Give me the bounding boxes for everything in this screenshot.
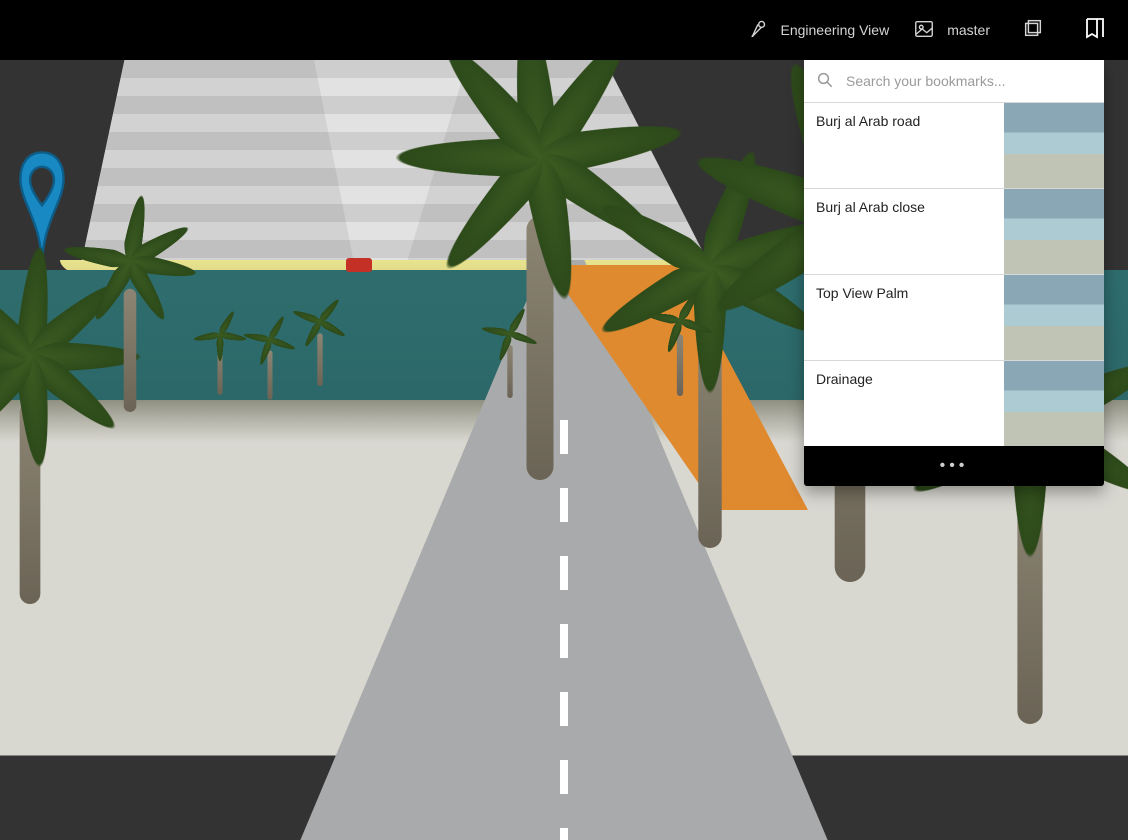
vehicle-red: [346, 258, 372, 272]
branch-selector[interactable]: master: [913, 18, 990, 43]
ellipsis-icon: •••: [940, 457, 969, 475]
bookmark-label: Burj al Arab road: [804, 103, 1004, 141]
bookmark-thumbnail: [1004, 275, 1104, 360]
bookmark-thumbnail: [1004, 103, 1104, 188]
bookmark-item[interactable]: Drainage: [804, 360, 1104, 446]
bookmarks-search-input[interactable]: [844, 72, 1092, 90]
branch-label: master: [947, 22, 990, 38]
lane-center-line: [560, 420, 568, 840]
drafting-icon: [746, 18, 768, 43]
search-icon: [816, 71, 834, 92]
windowed-icon: [1022, 17, 1044, 44]
bookmark-item[interactable]: Burj al Arab close: [804, 188, 1104, 274]
bookmarks-button[interactable]: [1076, 11, 1114, 49]
app-stage: Engineering View master: [0, 0, 1128, 840]
view-mode-selector[interactable]: Engineering View: [746, 18, 889, 43]
bookmark-label: Drainage: [804, 361, 1004, 399]
bookmarks-panel: Burj al Arab road Burj al Arab close Top…: [804, 60, 1104, 486]
photo-icon: [913, 18, 935, 43]
bookmark-label: Top View Palm: [804, 275, 1004, 313]
bookmark-item[interactable]: Burj al Arab road: [804, 102, 1104, 188]
bookmark-label: Burj al Arab close: [804, 189, 1004, 227]
top-header: Engineering View master: [0, 0, 1128, 60]
bookmark-thumbnail: [1004, 361, 1104, 446]
bookmarks-more-button[interactable]: •••: [804, 446, 1104, 486]
bookmark-icon: [1083, 16, 1107, 45]
windowed-button[interactable]: [1014, 11, 1052, 49]
view-mode-label: Engineering View: [780, 22, 889, 38]
location-marker-icon: [18, 150, 66, 270]
bookmarks-search-row: [804, 60, 1104, 102]
bookmark-thumbnail: [1004, 189, 1104, 274]
bookmark-item[interactable]: Top View Palm: [804, 274, 1104, 360]
